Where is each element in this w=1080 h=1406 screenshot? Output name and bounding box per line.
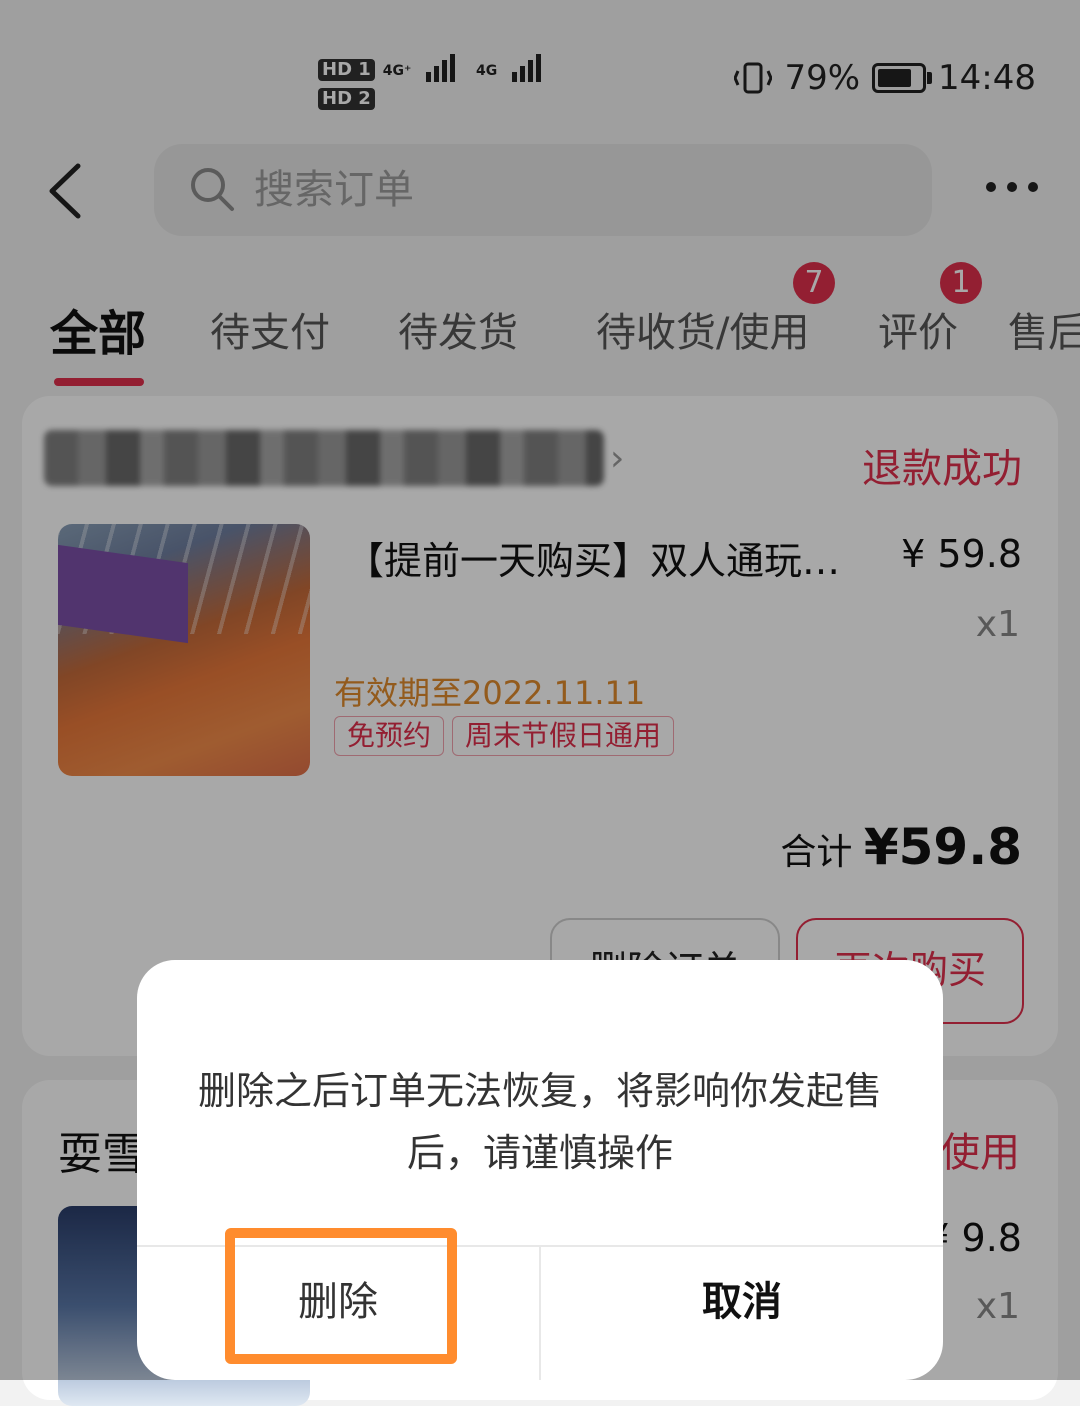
dialog-cancel-button[interactable]: 取消 [541,1247,943,1357]
dialog-message: 删除之后订单无法恢复，将影响你发起售后，请谨慎操作 [197,1069,882,1175]
highlight-box [225,1228,457,1364]
